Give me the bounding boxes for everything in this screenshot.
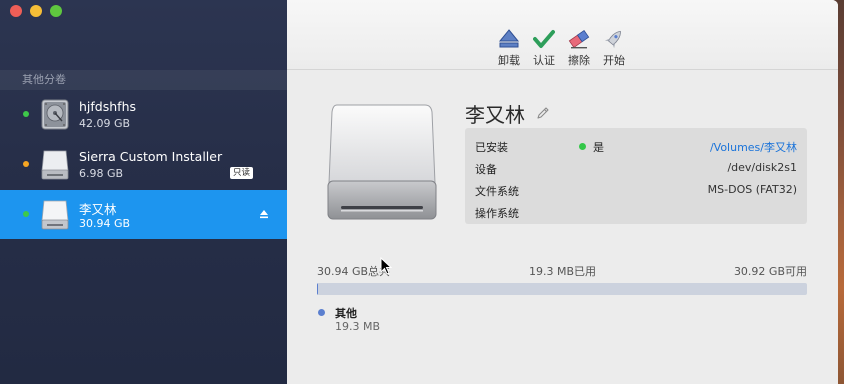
legend-dot-other [318, 309, 325, 316]
disk-name: hjfdshfhs [79, 99, 137, 114]
usage-used: 19.3 MB已用 [529, 265, 597, 278]
os-label: 操作系统 [475, 207, 519, 220]
window-controls [10, 5, 62, 17]
mouse-cursor-icon [380, 257, 392, 275]
rocket-icon [604, 30, 621, 49]
status-dot [23, 211, 29, 217]
disk-size: 6.98 GB [79, 167, 124, 180]
unmount-label: 卸载 [498, 54, 520, 67]
sidebar: 其他分卷 hjfdshfhs 42.09 GB Sierra Custom In… [0, 0, 287, 384]
disk-name: Sierra Custom Installer [79, 149, 223, 164]
internal-disk-icon [41, 99, 69, 130]
minimize-window-button[interactable] [30, 5, 42, 17]
checkmark-icon [533, 30, 555, 48]
start-button[interactable]: 开始 [596, 28, 632, 68]
mounted-status-dot [579, 143, 586, 150]
device-label: 设备 [475, 163, 497, 176]
app-window: 其他分卷 hjfdshfhs 42.09 GB Sierra Custom In… [0, 0, 838, 384]
info-row-os: 操作系统 [465, 200, 807, 222]
external-disk-icon [41, 150, 69, 180]
start-label: 开始 [603, 54, 625, 67]
read-only-badge: 只读 [230, 167, 254, 179]
sidebar-item-disk-selected[interactable]: 李又林 30.94 GB [0, 190, 287, 239]
status-dot [23, 161, 29, 167]
eject-icon [498, 29, 520, 48]
info-row-filesystem: 文件系统 MS-DOS (FAT32) [465, 178, 807, 200]
verify-button[interactable]: 认证 [526, 28, 562, 68]
status-dot [23, 111, 29, 117]
disk-size: 42.09 GB [79, 117, 131, 130]
close-window-button[interactable] [10, 5, 22, 17]
erase-button[interactable]: 擦除 [561, 28, 597, 68]
usage-bar-fill [317, 283, 319, 295]
unmount-button[interactable]: 卸载 [491, 28, 527, 68]
maximize-window-button[interactable] [50, 5, 62, 17]
disk-name: 李又林 [79, 202, 117, 217]
installed-label: 已安装 [475, 141, 508, 154]
filesystem-label: 文件系统 [475, 185, 519, 198]
filesystem-value: MS-DOS (FAT32) [707, 183, 797, 196]
main-panel: 卸载 认证 擦除 开始 李又林 已安装 是 /Volumes/李又林 设备 /d… [287, 0, 838, 384]
eraser-icon [568, 30, 590, 49]
external-disk-icon [41, 200, 69, 230]
usage-free: 30.92 GB可用 [733, 265, 807, 278]
sidebar-item-disk-hjfdshfhs[interactable]: hjfdshfhs 42.09 GB [0, 90, 287, 139]
legend-name-other: 其他 [335, 307, 357, 320]
volume-info-box: 已安装 是 /Volumes/李又林 设备 /dev/disk2s1 文件系统 … [465, 128, 807, 224]
verify-label: 认证 [533, 54, 555, 67]
volume-title: 李又林 [465, 103, 525, 127]
volume-drive-icon [327, 104, 437, 220]
pencil-icon[interactable] [536, 106, 550, 120]
sidebar-item-disk-sierra-installer[interactable]: Sierra Custom Installer 6.98 GB 只读 [0, 140, 287, 189]
info-row-installed: 已安装 是 /Volumes/李又林 [465, 134, 807, 156]
erase-label: 擦除 [568, 54, 590, 67]
legend-size-other: 19.3 MB [335, 320, 381, 333]
usage-bar [317, 283, 807, 295]
toolbar: 卸载 认证 擦除 开始 [287, 0, 838, 70]
info-row-device: 设备 /dev/disk2s1 [465, 156, 807, 178]
device-value: /dev/disk2s1 [727, 161, 797, 174]
mount-path-link[interactable]: /Volumes/李又林 [710, 139, 797, 155]
installed-value: 是 [593, 141, 604, 154]
sidebar-section-header: 其他分卷 [0, 70, 287, 90]
eject-icon[interactable] [259, 209, 269, 219]
disk-size: 30.94 GB [79, 217, 131, 230]
